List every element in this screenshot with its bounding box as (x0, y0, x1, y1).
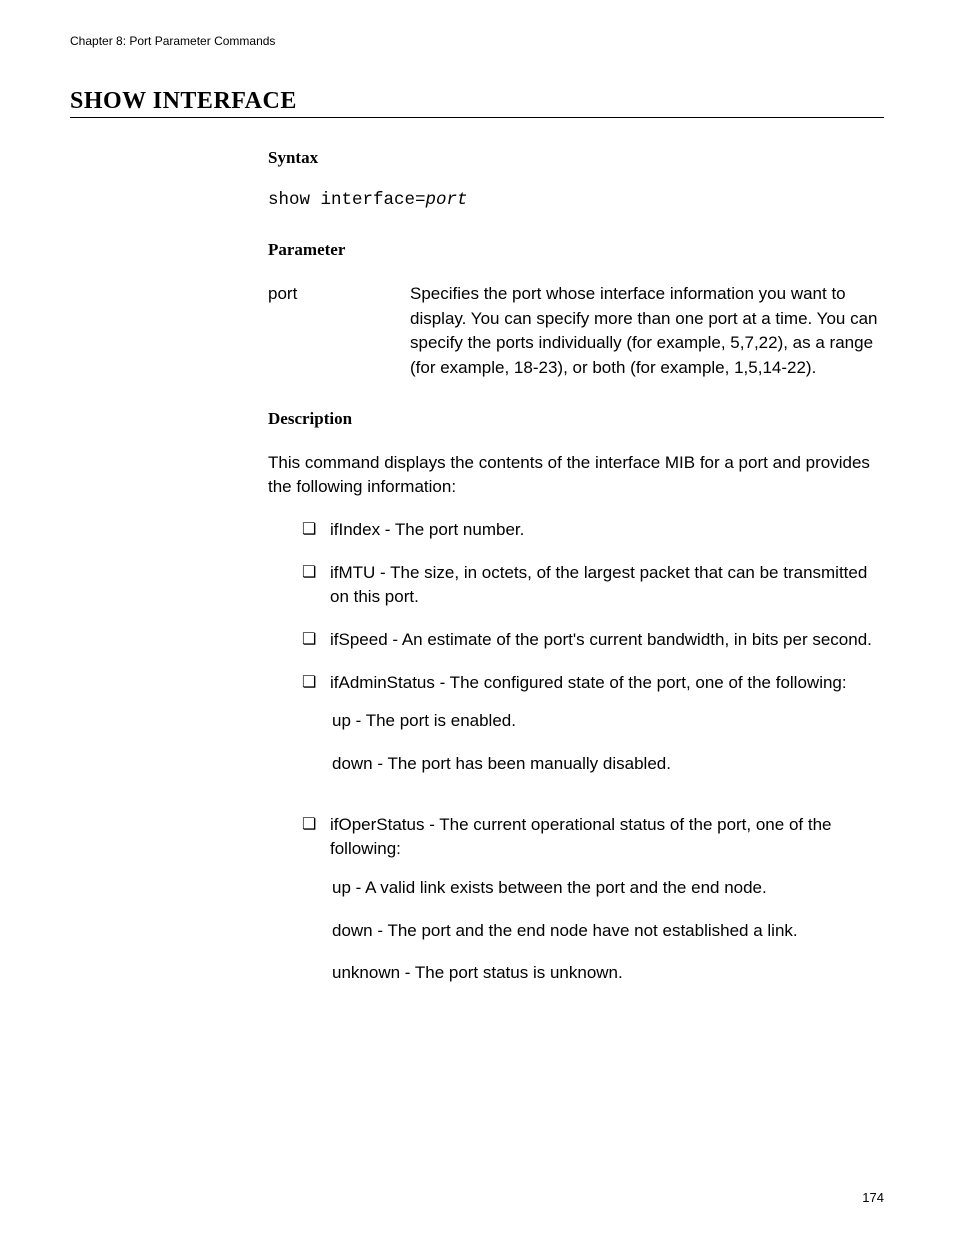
description-list: ❏ ifIndex - The port number. ❏ ifMTU - T… (268, 518, 884, 1004)
description-intro: This command displays the contents of th… (268, 451, 884, 500)
description-heading: Description (268, 409, 884, 429)
syntax-heading: Syntax (268, 148, 884, 168)
syntax-prefix: show interface= (268, 190, 426, 210)
parameter-name: port (268, 282, 410, 307)
page-number: 174 (862, 1190, 884, 1205)
list-item: ❏ ifIndex - The port number. (268, 518, 884, 543)
list-item-text: ifSpeed - An estimate of the port's curr… (330, 628, 884, 653)
list-item-text: ifMTU - The size, in octets, of the larg… (330, 561, 884, 610)
parameter-desc: Specifies the port whose interface infor… (410, 282, 884, 381)
bullet-icon: ❏ (302, 813, 330, 838)
list-item: ❏ ifSpeed - An estimate of the port's cu… (268, 628, 884, 653)
list-item-text: ifIndex - The port number. (330, 518, 884, 543)
bullet-icon: ❏ (302, 518, 330, 543)
syntax-command: show interface=port (268, 190, 884, 210)
sub-list-item: down - The port has been manually disabl… (332, 752, 884, 777)
parameter-row: port Specifies the port whose interface … (268, 282, 884, 381)
sub-list-item: up - The port is enabled. (332, 709, 884, 734)
list-item-body: ifOperStatus - The current operational s… (330, 813, 884, 1004)
list-item-text: ifAdminStatus - The configured state of … (330, 673, 847, 692)
chapter-header: Chapter 8: Port Parameter Commands (70, 34, 884, 48)
bullet-icon: ❏ (302, 628, 330, 653)
list-item: ❏ ifOperStatus - The current operational… (268, 813, 884, 1004)
parameter-heading: Parameter (268, 240, 884, 260)
title-rule (70, 117, 884, 118)
syntax-param: port (426, 190, 468, 210)
bullet-icon: ❏ (302, 671, 330, 696)
sub-list-item: down - The port and the end node have no… (332, 919, 884, 944)
list-item-text: ifOperStatus - The current operational s… (330, 815, 831, 859)
list-item-body: ifAdminStatus - The configured state of … (330, 671, 884, 795)
sub-list: up - A valid link exists between the por… (330, 876, 884, 986)
list-item: ❏ ifAdminStatus - The configured state o… (268, 671, 884, 795)
list-item: ❏ ifMTU - The size, in octets, of the la… (268, 561, 884, 610)
content-area: Syntax show interface=port Parameter por… (268, 148, 884, 1004)
sub-list-item: unknown - The port status is unknown. (332, 961, 884, 986)
sub-list: up - The port is enabled. down - The por… (330, 709, 884, 776)
page-title: SHOW INTERFACE (70, 88, 884, 115)
sub-list-item: up - A valid link exists between the por… (332, 876, 884, 901)
bullet-icon: ❏ (302, 561, 330, 586)
